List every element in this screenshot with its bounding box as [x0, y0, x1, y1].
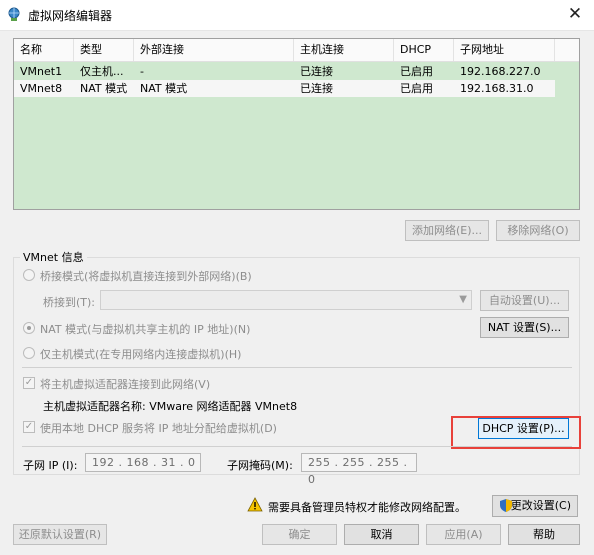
connect-adapter-checkbox[interactable]: ✓: [23, 377, 35, 389]
table-row[interactable]: VMnet1 仅主机... - 已连接 已启用 192.168.227.0: [14, 63, 555, 80]
cancel-button[interactable]: 取消: [344, 524, 419, 545]
bridge-to-select[interactable]: ▼: [100, 290, 472, 310]
cell-subnet: 192.168.227.0: [460, 65, 541, 78]
cell-type: 仅主机...: [80, 65, 124, 78]
bridge-mode-radio[interactable]: [23, 269, 35, 281]
subnet-ip-label: 子网 IP (I):: [23, 459, 78, 472]
cell-host: 已连接: [300, 65, 333, 78]
connect-adapter-label: 将主机虚拟适配器连接到此网络(V): [40, 378, 211, 391]
dhcp-checkbox[interactable]: ✓: [23, 421, 35, 433]
subnet-ip-field[interactable]: 192 . 168 . 31 . 0: [85, 453, 201, 472]
table-row[interactable]: VMnet8 NAT 模式 NAT 模式 已连接 已启用 192.168.31.…: [14, 80, 555, 97]
cell-host: 已连接: [300, 82, 333, 95]
change-settings-label: 更改设置(C): [510, 499, 571, 512]
column-header-name[interactable]: 名称: [14, 39, 74, 61]
cell-external: NAT 模式: [140, 82, 188, 95]
cell-external: -: [140, 65, 144, 78]
divider: [22, 367, 572, 368]
cell-dhcp: 已启用: [400, 82, 433, 95]
admin-notice: 需要具备管理员特权才能修改网络配置。: [268, 501, 466, 514]
help-button[interactable]: 帮助: [508, 524, 580, 545]
cell-type: NAT 模式: [80, 82, 128, 95]
nat-mode-label: NAT 模式(与虚拟机共享主机的 IP 地址)(N): [40, 323, 251, 336]
restore-defaults-button[interactable]: 还原默认设置(R): [13, 524, 107, 545]
cell-name: VMnet8: [20, 82, 63, 95]
window-title: 虚拟网络编辑器: [28, 9, 113, 23]
host-only-label: 仅主机模式(在专用网络内连接虚拟机)(H): [40, 348, 242, 361]
subnet-mask-label: 子网掩码(M):: [227, 459, 293, 472]
subnet-mask-field[interactable]: 255 . 255 . 255 . 0: [301, 453, 417, 486]
remove-network-button[interactable]: 移除网络(O): [496, 220, 580, 241]
bridge-mode-label: 桥接模式(将虚拟机直接连接到外部网络)(B): [40, 270, 252, 283]
list-header: 名称 类型 外部连接 主机连接 DHCP 子网地址: [14, 39, 579, 62]
divider: [22, 446, 572, 447]
cell-dhcp: 已启用: [400, 65, 433, 78]
close-icon[interactable]: ✕: [564, 4, 586, 24]
title-bar: 虚拟网络编辑器 ✕: [0, 0, 594, 31]
column-header-subnet[interactable]: 子网地址: [454, 39, 555, 61]
add-network-button[interactable]: 添加网络(E)...: [405, 220, 489, 241]
change-settings-button[interactable]: 更改设置(C): [492, 495, 578, 517]
chevron-down-icon: ▼: [459, 294, 467, 305]
column-header-external[interactable]: 外部连接: [134, 39, 294, 61]
auto-settings-button[interactable]: 自动设置(U)...: [480, 290, 569, 311]
network-globe-icon: [8, 7, 20, 21]
cell-name: VMnet1: [20, 65, 63, 78]
warning-icon: [247, 497, 263, 512]
column-header-dhcp[interactable]: DHCP: [394, 39, 454, 61]
dhcp-label: 使用本地 DHCP 服务将 IP 地址分配给虚拟机(D): [40, 422, 277, 435]
cell-subnet: 192.168.31.0: [460, 82, 534, 95]
column-header-type[interactable]: 类型: [74, 39, 134, 61]
highlight-box: [451, 416, 581, 449]
ok-button[interactable]: 确定: [262, 524, 337, 545]
apply-button[interactable]: 应用(A): [426, 524, 501, 545]
nat-settings-button[interactable]: NAT 设置(S)...: [480, 317, 569, 338]
network-list[interactable]: 名称 类型 外部连接 主机连接 DHCP 子网地址 VMnet1 仅主机... …: [13, 38, 580, 210]
bridge-to-label: 桥接到(T):: [43, 296, 96, 309]
host-only-radio[interactable]: [23, 347, 35, 359]
column-header-host[interactable]: 主机连接: [294, 39, 394, 61]
nat-mode-radio[interactable]: [23, 322, 35, 334]
adapter-name-text: 主机虚拟适配器名称: VMware 网络适配器 VMnet8: [43, 400, 298, 413]
vmnet-info-legend: VMnet 信息: [20, 249, 87, 265]
shield-icon: [500, 499, 512, 512]
